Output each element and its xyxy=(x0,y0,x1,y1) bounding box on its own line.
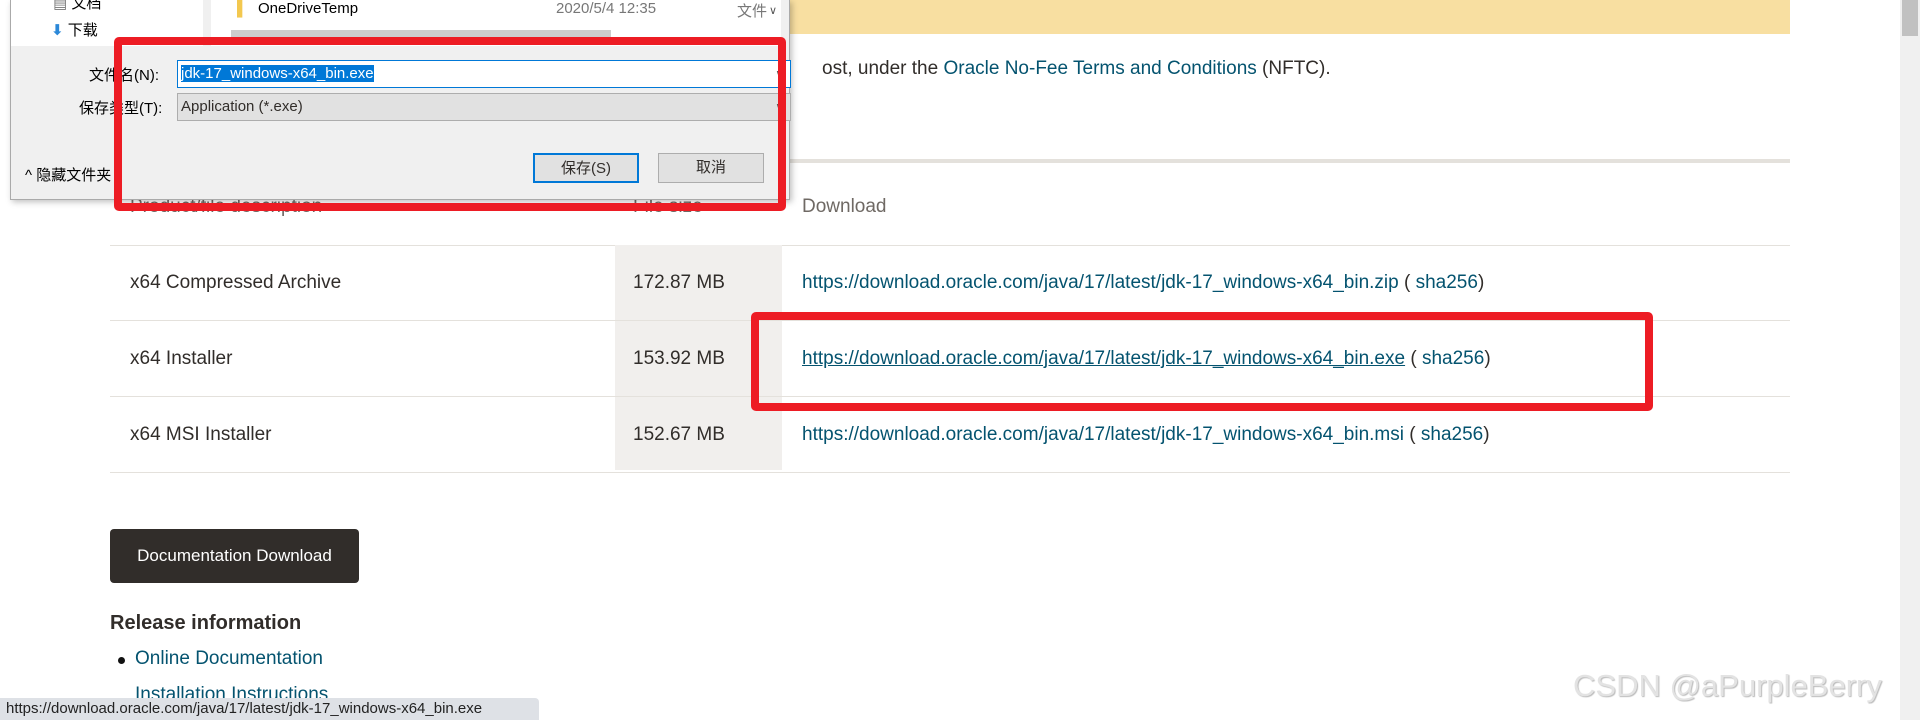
document-icon: ▤ xyxy=(53,0,68,12)
download-link[interactable]: https://download.oracle.com/java/17/late… xyxy=(802,272,1399,293)
documentation-download-button[interactable]: Documentation Download xyxy=(110,529,359,583)
sha256-link[interactable]: sha256 xyxy=(1421,424,1483,445)
nav-item-downloads[interactable]: ⬇ 下载 xyxy=(51,19,98,40)
scroll-down-icon[interactable]: ∨ xyxy=(769,4,777,17)
sha256-link[interactable]: sha256 xyxy=(1416,272,1478,293)
nftc-link[interactable]: Oracle No-Fee Terms and Conditions xyxy=(943,58,1256,79)
chevron-up-icon: ^ xyxy=(25,167,33,184)
file-item-name[interactable]: OneDriveTemp xyxy=(258,0,358,17)
page-scrollbar[interactable] xyxy=(1900,0,1920,720)
download-link[interactable]: https://download.oracle.com/java/17/late… xyxy=(802,424,1404,445)
watermark: CSDN @aPurpleBerry xyxy=(1573,668,1882,703)
header-download: Download xyxy=(802,196,887,217)
download-arrow-icon: ⬇ xyxy=(51,22,64,39)
release-heading: Release information xyxy=(110,612,302,634)
license-text: ost, under the Oracle No-Fee Terms and C… xyxy=(822,58,1331,79)
scrollbar-thumb[interactable] xyxy=(1902,0,1918,36)
status-bar-url: https://download.oracle.com/java/17/late… xyxy=(0,698,539,720)
online-documentation-link[interactable]: Online Documentation xyxy=(135,648,323,670)
bullet xyxy=(118,657,125,664)
notice-banner xyxy=(790,0,1790,34)
folder-icon: ▌ xyxy=(237,0,248,17)
annotation-box-dialog xyxy=(114,37,786,211)
hide-folders-toggle[interactable]: ^ 隐藏文件夹 xyxy=(25,164,111,185)
nav-item-documents[interactable]: ▤ 文档 xyxy=(53,0,101,13)
annotation-box-installer xyxy=(751,312,1653,411)
table-row: x64 Compressed Archive 172.87 MB https:/… xyxy=(110,245,1790,321)
